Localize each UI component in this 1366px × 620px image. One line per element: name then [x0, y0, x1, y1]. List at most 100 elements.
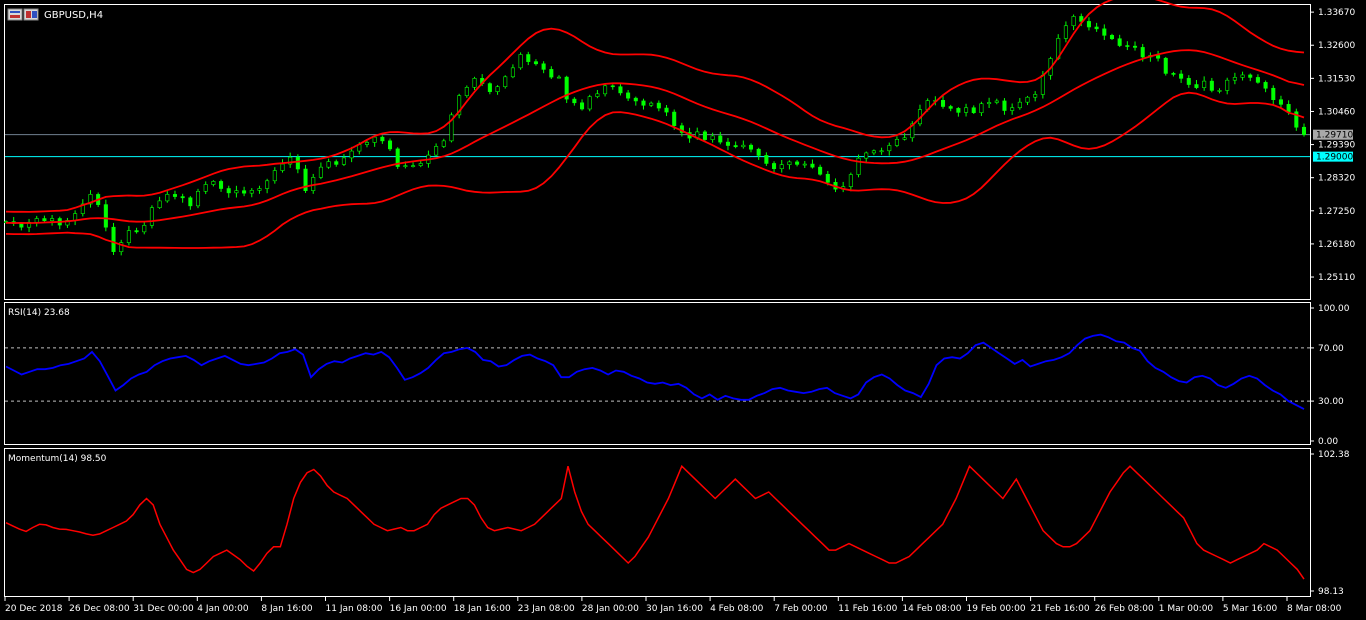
- candle-body: [1102, 28, 1107, 36]
- candle-body: [172, 194, 177, 197]
- candle-body: [188, 197, 193, 207]
- rsi-header: RSI(14) 23.68: [8, 308, 70, 318]
- candle-body: [656, 102, 661, 109]
- candle-body: [595, 93, 600, 97]
- candle-body: [802, 163, 807, 166]
- candle-body: [725, 141, 730, 146]
- candle-body: [1010, 107, 1015, 111]
- candle-body: [341, 157, 346, 165]
- price-pane[interactable]: 1.33670 1.32600 1.31530 1.30460 1.29390 1.283…: [3, 0, 1355, 283]
- candle-body: [1063, 25, 1068, 39]
- candle-body: [948, 106, 953, 109]
- momentum-pane[interactable]: Momentum(14) 98.50 102.38 98.13: [5, 450, 1350, 597]
- trading-chart-window[interactable]: GBPUSD,H4 1.336701.326001.315301.304601.…: [0, 0, 1366, 620]
- candle-body: [1025, 96, 1030, 103]
- time-axis: 20 Dec 2018 26 Dec 08:00 31 Dec 00:00 4 Jan…: [4, 597, 1342, 614]
- time-axis-label: 4 Feb 08:00: [710, 604, 764, 614]
- price-pane-frame: [4, 4, 1311, 300]
- candle-body: [380, 136, 385, 142]
- candle-body: [871, 150, 876, 154]
- candle-body: [979, 103, 984, 113]
- candle-body: [733, 145, 738, 148]
- rsi-y-tick-label: 30.00: [1318, 397, 1344, 407]
- rsi-pane[interactable]: RSI(14) 23.68 100.00 70.00 30.00 0.00: [5, 304, 1350, 447]
- candle-body: [580, 102, 585, 110]
- price-y-tick-label: 1.28320: [1318, 174, 1355, 184]
- candle-body: [249, 190, 254, 194]
- candle-body: [364, 142, 370, 145]
- candle-body: [1286, 104, 1291, 113]
- time-axis-label: 8 Mar 08:00: [1287, 604, 1342, 614]
- candle-body: [1202, 80, 1207, 88]
- candle-body: [1086, 21, 1091, 28]
- candle-body: [1163, 57, 1168, 74]
- rsi-line: [5, 333, 1305, 410]
- candle-body: [219, 181, 224, 189]
- price-tag-label: 1.29710: [1316, 131, 1353, 141]
- candle-body: [1217, 90, 1222, 92]
- candle-body: [295, 156, 300, 170]
- time-axis-label: 31 Dec 00:00: [133, 604, 194, 614]
- candle-body: [1117, 38, 1122, 46]
- candle-body: [42, 218, 47, 222]
- time-axis-label: 23 Jan 08:00: [518, 604, 575, 614]
- candle-body: [664, 107, 669, 113]
- time-axis-label: 4 Jan 00:00: [197, 604, 249, 614]
- candle-body: [572, 98, 577, 104]
- candle-body: [603, 85, 608, 95]
- time-axis-label: 19 Feb 00:00: [967, 604, 1026, 614]
- candle-body: [549, 69, 554, 78]
- candle-body: [818, 166, 823, 175]
- candle-body: [1263, 82, 1268, 89]
- candle-body: [487, 83, 492, 92]
- bollinger-lower-band: [5, 91, 1305, 249]
- candle-body: [326, 161, 331, 168]
- candle-body: [710, 135, 715, 140]
- candle-body: [1186, 78, 1191, 85]
- time-axis-label: 26 Dec 08:00: [69, 604, 130, 614]
- candle-body: [748, 144, 754, 150]
- rsi-y-tick-label: 70.00: [1318, 344, 1344, 354]
- bollinger-middle-band: [5, 49, 1305, 224]
- candle-body: [50, 218, 55, 222]
- candle-body: [702, 131, 707, 140]
- price-y-tick-label: 1.30460: [1318, 107, 1355, 117]
- candle-body: [234, 190, 239, 194]
- candle-body: [211, 181, 216, 185]
- candle-body: [787, 161, 792, 165]
- candle-body: [1125, 45, 1130, 47]
- candle-body: [848, 174, 853, 187]
- candle-body: [19, 223, 24, 228]
- time-axis-label: 28 Jan 00:00: [582, 604, 639, 614]
- candle-body: [472, 78, 477, 88]
- candle-body: [1179, 73, 1184, 79]
- price-y-tick-label: 1.31530: [1318, 74, 1355, 84]
- momentum-pane-frame: [4, 448, 1311, 597]
- price-tag-label: 1.29000: [1316, 153, 1353, 163]
- candle-body: [641, 100, 646, 106]
- time-axis-label: 18 Jan 16:00: [454, 604, 511, 614]
- candle-body: [964, 107, 969, 113]
- candle-body: [756, 148, 761, 156]
- candle-body: [434, 146, 439, 156]
- candle-body: [1071, 16, 1076, 27]
- price-y-tick-label: 1.32600: [1318, 41, 1355, 51]
- time-axis-label: 30 Jan 16:00: [646, 604, 703, 614]
- candle-body: [418, 163, 423, 166]
- candle-body: [180, 196, 185, 199]
- candle-body: [741, 144, 746, 148]
- candle-body: [1232, 77, 1237, 81]
- candle-body: [272, 170, 277, 182]
- candle-body: [441, 140, 446, 147]
- candle-body: [1156, 55, 1161, 59]
- candle-body: [265, 180, 270, 189]
- candle-body: [1209, 80, 1214, 91]
- pane-frames: [4, 4, 1311, 597]
- candle-body: [195, 191, 201, 207]
- time-axis-label: 16 Jan 00:00: [390, 604, 447, 614]
- candle-body: [464, 87, 469, 96]
- rsi-y-tick-label: 0.00: [1318, 437, 1338, 447]
- candle-body: [134, 230, 139, 233]
- candle-body: [203, 184, 208, 192]
- candle-body: [541, 63, 546, 70]
